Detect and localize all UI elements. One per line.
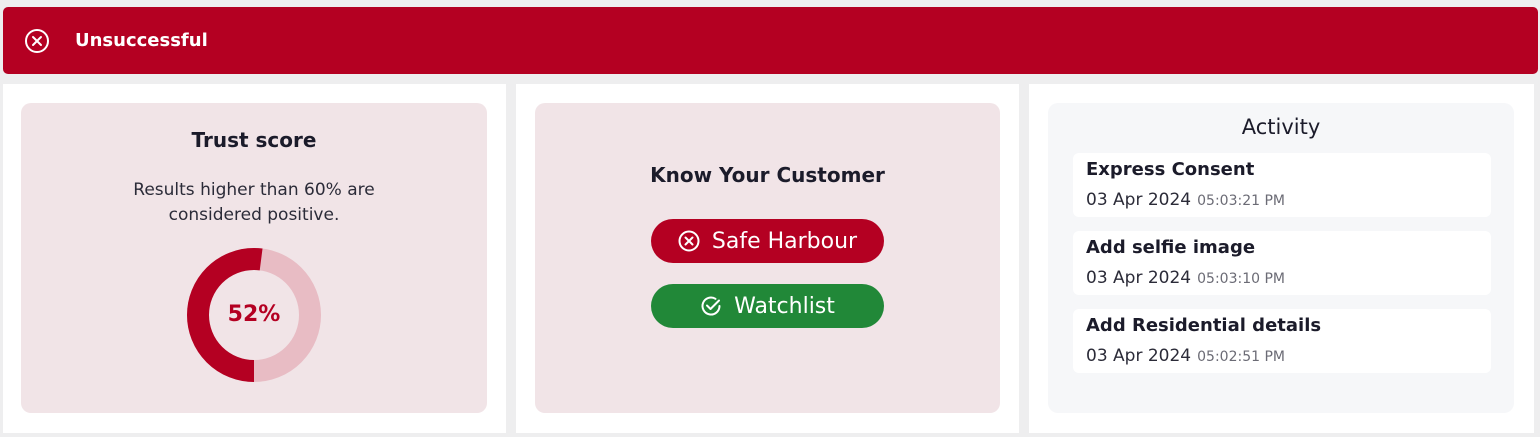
activity-item[interactable]: Add Residential details 03 Apr 2024 05:02… [1073,309,1491,373]
activity-item-timestamp: 03 Apr 2024 05:03:10 PM [1086,268,1285,288]
check-circle-icon [701,296,721,316]
status-text: Unsuccessful [75,30,208,51]
trust-desc-line2: considered positive. [168,205,340,225]
trust-score-value: 52% [227,302,281,327]
status-banner: Unsuccessful [3,7,1538,74]
watchlist-label: Watchlist [734,293,835,319]
activity-item-time: 05:02:51 PM [1197,349,1285,365]
trust-desc-line1: Results higher than 60% are [133,180,375,200]
activity-item-time: 05:03:10 PM [1197,271,1285,287]
activity-item[interactable]: Express Consent 03 Apr 2024 05:03:21 PM [1073,153,1491,217]
trust-score-card: Trust score Results higher than 60% are … [21,103,487,413]
activity-item-timestamp: 03 Apr 2024 05:03:21 PM [1086,190,1285,210]
activity-item-date: 03 Apr 2024 [1086,346,1192,366]
activity-item-name: Add selfie image [1086,237,1256,258]
activity-title: Activity [1241,115,1321,139]
safe-harbour-label: Safe Harbour [711,228,858,254]
activity-item-name: Add Residential details [1086,315,1322,336]
watchlist-badge[interactable]: Watchlist [651,284,884,328]
close-circle-icon [678,230,700,252]
close-circle-icon [25,29,49,53]
safe-harbour-badge[interactable]: Safe Harbour [651,219,884,263]
kyc-title: Know Your Customer [650,163,885,187]
trust-score-description: Results higher than 60% are considered p… [21,178,487,228]
activity-item-name: Express Consent [1086,159,1255,180]
kyc-panel: Know Your Customer Safe Harbour Watchlis… [516,84,1019,433]
trust-score-title: Trust score [191,128,317,152]
activity-item-timestamp: 03 Apr 2024 05:02:51 PM [1086,346,1285,366]
trust-panel: Trust score Results higher than 60% are … [3,84,506,433]
kyc-card: Know Your Customer Safe Harbour Watchlis… [535,103,1000,413]
activity-card: Activity Express Consent 03 Apr 2024 05:0… [1048,103,1514,413]
activity-item-time: 05:03:21 PM [1197,193,1285,209]
activity-item[interactable]: Add selfie image 03 Apr 2024 05:03:10 PM [1073,231,1491,295]
activity-item-date: 03 Apr 2024 [1086,190,1192,210]
activity-item-date: 03 Apr 2024 [1086,268,1192,288]
activity-panel: Activity Express Consent 03 Apr 2024 05:0… [1029,84,1534,433]
